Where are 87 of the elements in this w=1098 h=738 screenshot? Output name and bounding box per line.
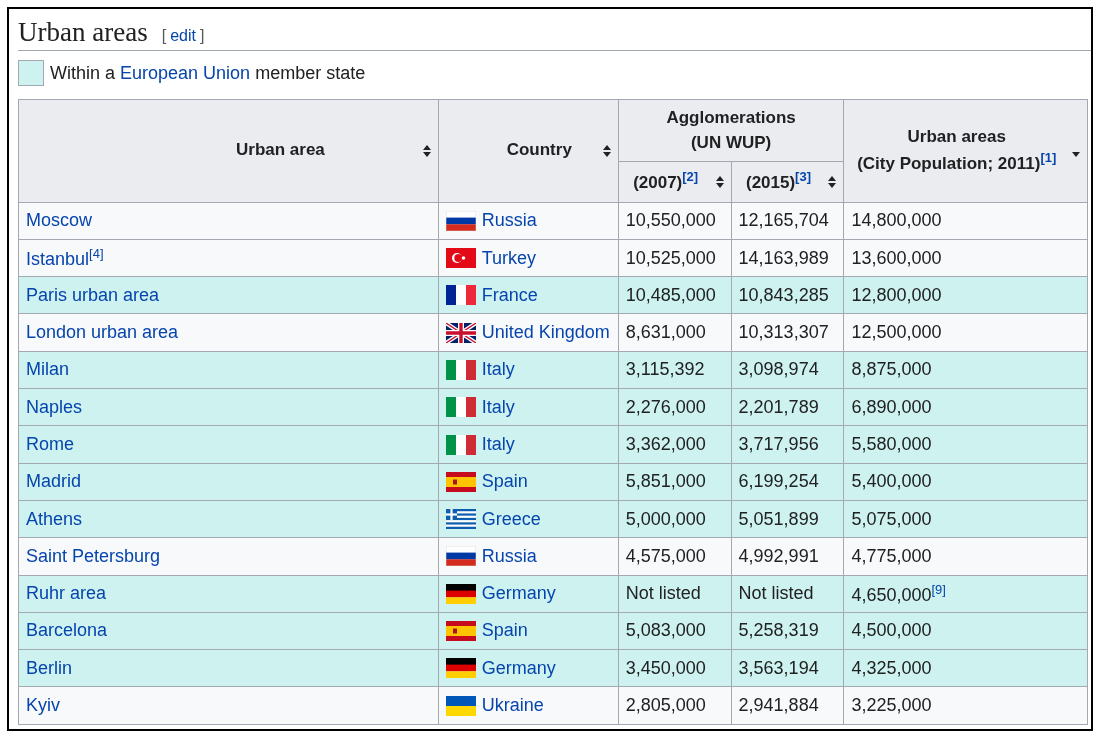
country-link[interactable]: Spain	[481, 471, 528, 493]
column-header[interactable]: (2015)$^{[3]}$	[731, 161, 844, 203]
table-cell: 2,805,000	[618, 686, 732, 725]
country-link[interactable]: Ukraine	[481, 695, 544, 717]
country-link[interactable]: Italy	[481, 359, 515, 381]
table-cell: 4,775,000	[843, 537, 1088, 576]
section-title: Urban areas	[18, 17, 148, 48]
legend-text: Within a European Union member state	[50, 62, 366, 84]
country-link[interactable]: United Kingdom	[481, 322, 610, 344]
table-cell: 6,890,000	[843, 388, 1088, 426]
legend-link[interactable]: European Union	[120, 62, 251, 83]
table-cell: 3,225,000	[843, 686, 1088, 725]
table-cell: 5,000,000	[618, 500, 732, 538]
table-cell: 12,800,000	[843, 276, 1088, 314]
table-cell: 8,631,000	[618, 313, 732, 352]
table-cell: 14,163,989	[731, 239, 844, 277]
table-cell: 12,165,704	[731, 202, 844, 240]
table-cell: 4,575,000	[618, 537, 732, 576]
table-cell: 5,400,000	[843, 463, 1088, 501]
table-cell: 5,580,000	[843, 425, 1088, 464]
country-link[interactable]: Italy	[481, 434, 515, 455]
table-cell: 14,800,000	[843, 202, 1088, 240]
city-link[interactable]: Ruhr area	[26, 583, 107, 604]
table-cell: 3,450,000	[618, 649, 732, 687]
table-cell: 5,051,899	[731, 500, 844, 538]
table-cell: 3,362,000	[618, 425, 732, 464]
table-cell: 3,563,194	[731, 649, 844, 687]
table-cell: 4,992,991	[731, 537, 844, 576]
table-cell: 4,650,000$^{[9]}$	[843, 575, 1088, 613]
sort-icon[interactable]	[827, 174, 838, 189]
table-cell: 3,115,392	[618, 351, 732, 389]
sort-icon[interactable]	[601, 143, 612, 158]
table-cell: 2,276,000	[618, 388, 732, 426]
city-link[interactable]: Moscow	[26, 210, 92, 231]
country-link[interactable]: Germany	[481, 583, 556, 605]
city-link[interactable]: Kyiv	[26, 695, 60, 716]
city-link[interactable]: Istanbul$^{[4]}$	[26, 249, 104, 269]
table-cell: Not listed	[618, 575, 732, 613]
city-link[interactable]: Madrid	[26, 471, 82, 492]
country-link[interactable]: Greece	[481, 508, 541, 530]
column-header[interactable]: Country	[438, 99, 619, 203]
city-link[interactable]: Paris urban area	[26, 284, 160, 305]
table-cell: 6,199,254	[731, 463, 844, 501]
legend-swatch	[18, 60, 44, 86]
table-cell: 10,525,000	[618, 239, 732, 277]
sort-icon[interactable]	[421, 143, 432, 158]
table-cell: 10,313,307	[731, 313, 844, 352]
table-cell: 3,098,974	[731, 351, 844, 389]
city-link[interactable]: Rome	[26, 434, 74, 454]
table-cell: 5,075,000	[843, 500, 1088, 538]
bracket: [	[161, 27, 167, 45]
table-cell: 12,500,000	[843, 313, 1088, 352]
city-link[interactable]: Berlin	[26, 657, 73, 678]
column-header[interactable]: Urban area	[18, 99, 439, 203]
country-link[interactable]: Turkey	[481, 247, 537, 269]
city-link[interactable]: Naples	[26, 396, 83, 417]
city-link[interactable]: Milan	[26, 359, 69, 380]
table-cell: 2,201,789	[731, 388, 844, 426]
table-cell: 13,600,000	[843, 239, 1088, 277]
column-group-header: Agglomerations (UN WUP)	[618, 99, 844, 162]
table-cell: Not listed	[731, 575, 844, 613]
table-cell: 3,717,956	[731, 425, 844, 464]
city-link[interactable]: Athens	[26, 508, 83, 529]
sort-icon[interactable]	[714, 174, 725, 189]
country-link[interactable]: Italy	[481, 396, 515, 418]
country-link[interactable]: Russia	[481, 210, 537, 232]
table-cell: 8,875,000	[843, 351, 1088, 389]
table-cell: 10,550,000	[618, 202, 732, 240]
city-link[interactable]: London urban area	[26, 322, 179, 343]
table-cell: 5,258,319	[731, 612, 844, 650]
table-cell: 2,941,884	[731, 686, 844, 725]
bracket: ]	[199, 27, 205, 45]
country-link[interactable]: France	[481, 284, 538, 306]
country-link[interactable]: Spain	[481, 620, 528, 642]
city-link[interactable]: Saint Petersburg	[26, 545, 161, 566]
country-link[interactable]: Russia	[481, 545, 537, 567]
column-header[interactable]: (2007)$^{[2]}$	[618, 161, 732, 203]
table-cell: 5,851,000	[618, 463, 732, 501]
table-cell: 4,325,000	[843, 649, 1088, 687]
table-cell: 4,500,000	[843, 612, 1088, 650]
country-link[interactable]: Germany	[481, 657, 556, 679]
table-cell: 5,083,000	[618, 612, 732, 650]
table-cell: 10,485,000	[618, 276, 732, 314]
city-link[interactable]: Barcelona	[26, 620, 108, 641]
column-header[interactable]: Urban areas (City Population; 2011)$^{[1]}$	[843, 99, 1088, 203]
edit-link[interactable]: edit	[170, 27, 196, 45]
table-cell: 10,843,285	[731, 276, 844, 314]
